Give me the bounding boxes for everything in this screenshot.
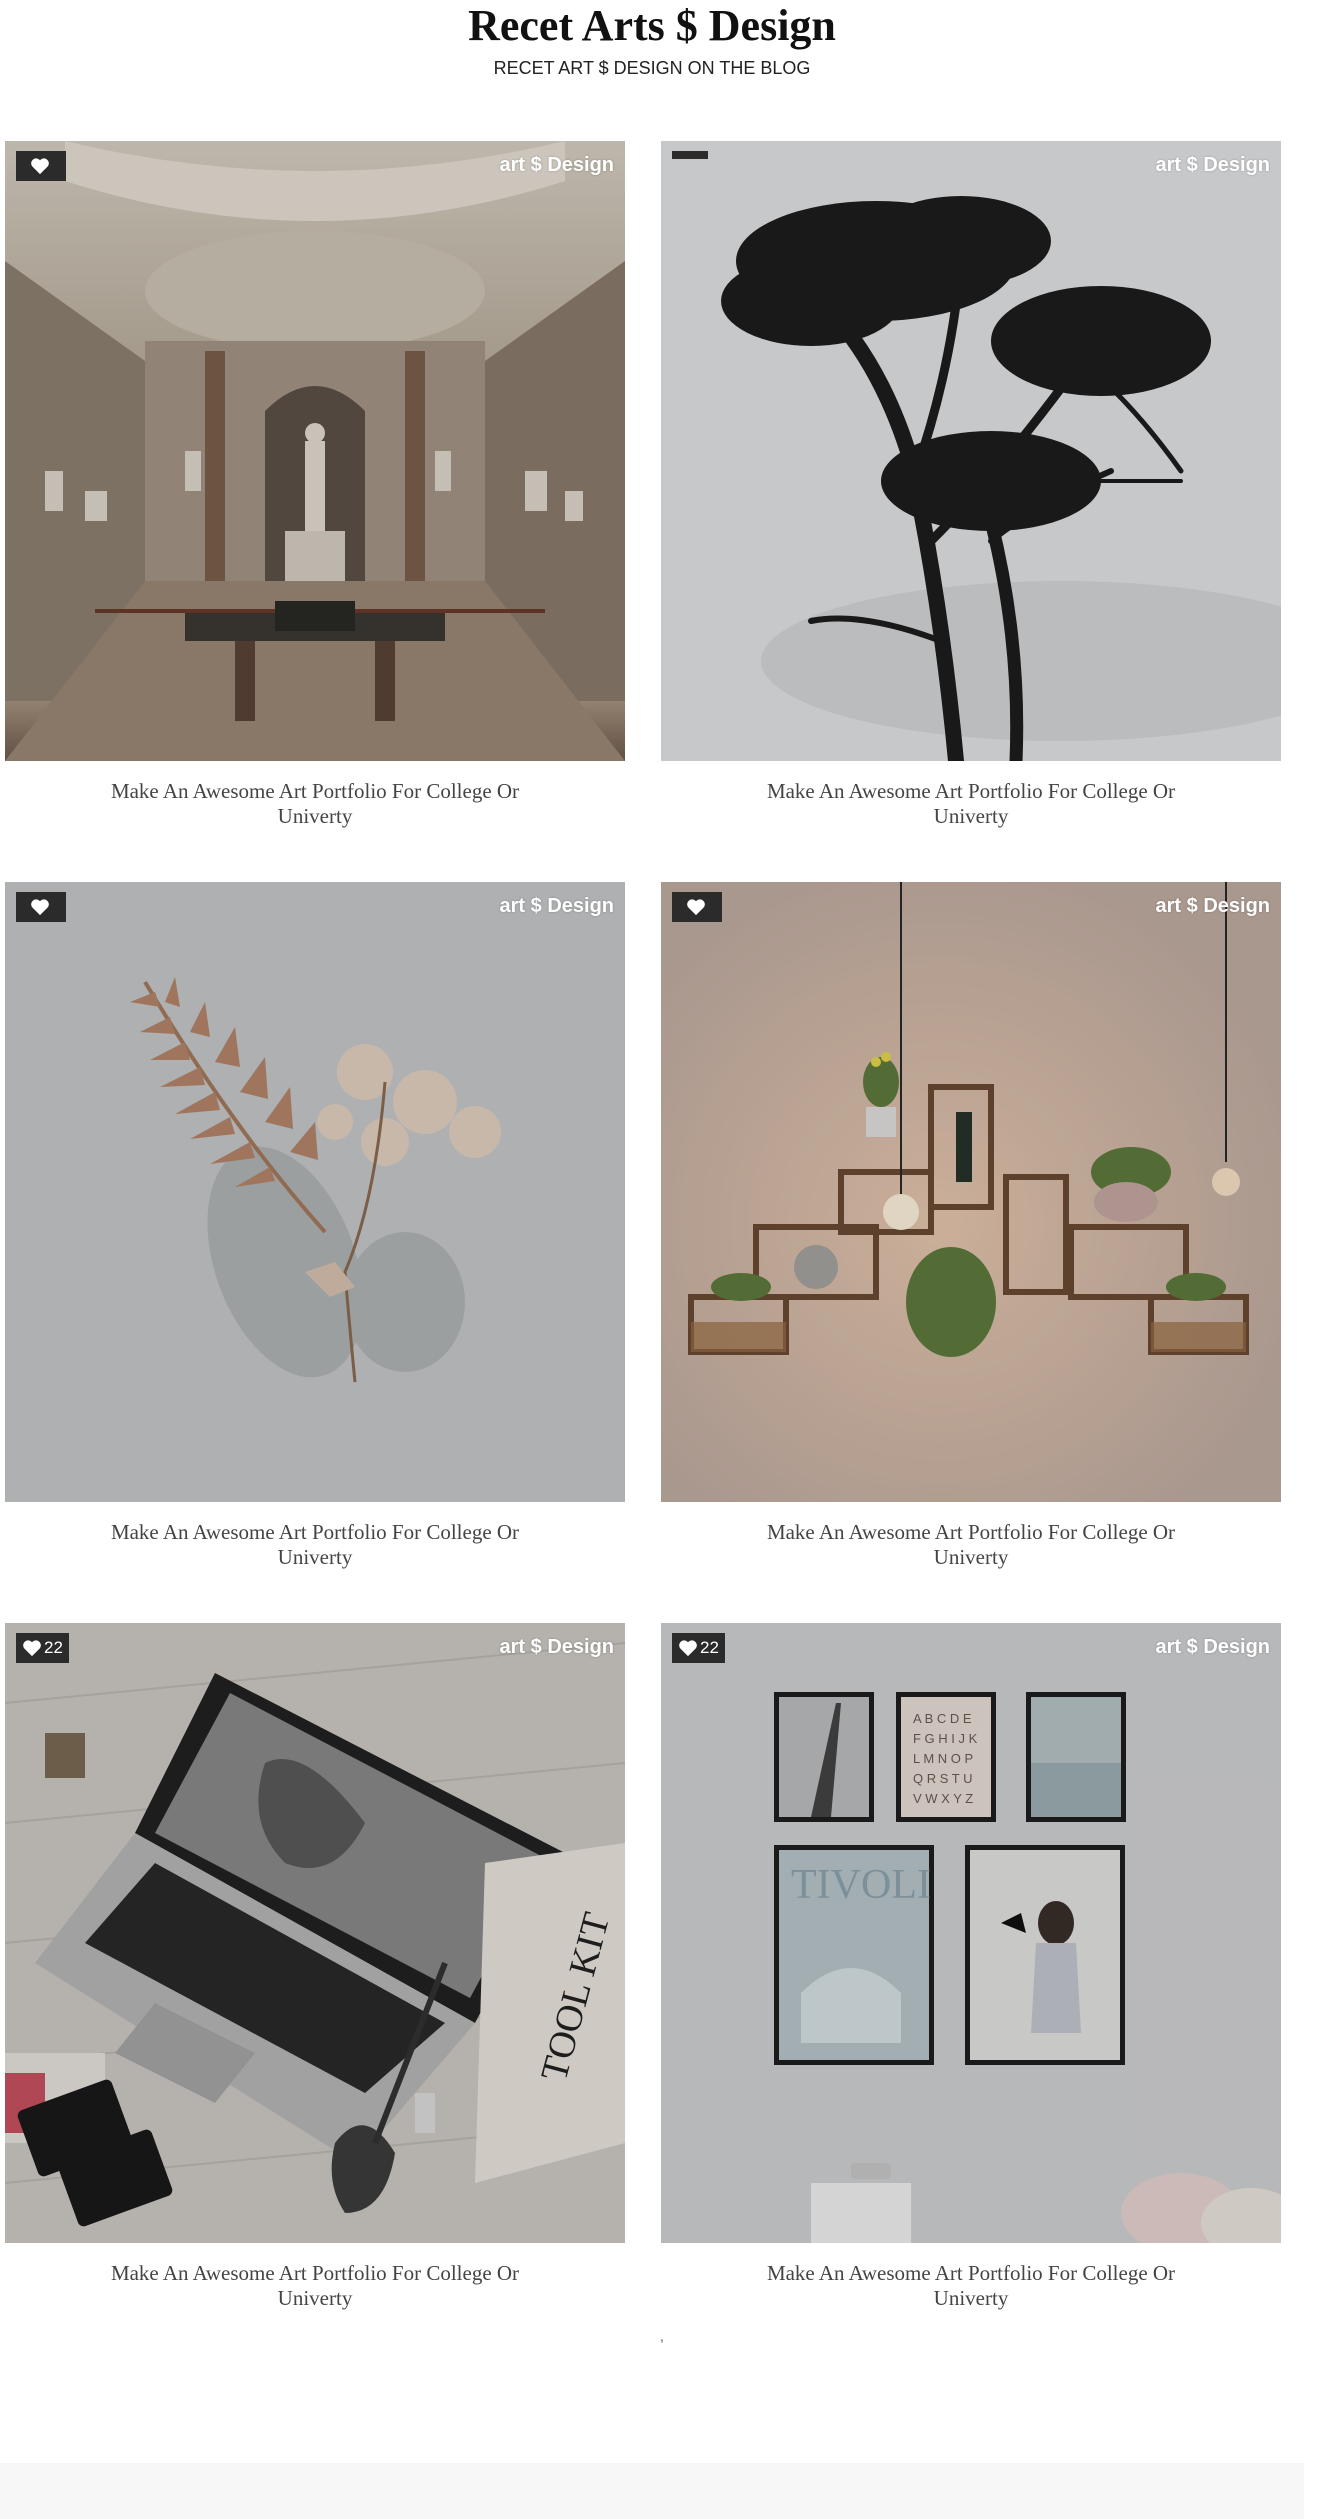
image-overlay [5, 882, 625, 1502]
like-button[interactable]: 22 [672, 1633, 725, 1663]
category-tag[interactable]: art $ Design [1156, 1635, 1270, 1659]
post-card[interactable]: A B C D E F G H I J K L M N O P Q R S T … [661, 1623, 1281, 2311]
post-image-fern[interactable]: art $ Design [5, 882, 625, 1502]
category-tag[interactable]: art $ Design [1156, 894, 1270, 918]
like-button[interactable] [672, 151, 708, 159]
category-tag[interactable]: art $ Design [500, 894, 614, 918]
image-overlay [5, 141, 625, 761]
post-image-museum[interactable]: art $ Design [5, 141, 625, 761]
like-button[interactable] [672, 892, 722, 922]
heart-icon [23, 1640, 41, 1657]
post-title[interactable]: Make An Awesome Art Portfolio For Colleg… [100, 779, 530, 829]
like-count: 22 [44, 1638, 63, 1657]
post-title[interactable]: Make An Awesome Art Portfolio For Colleg… [100, 2261, 530, 2311]
post-image-frames[interactable]: A B C D E F G H I J K L M N O P Q R S T … [661, 1623, 1281, 2243]
category-tag[interactable]: art $ Design [500, 1635, 614, 1659]
image-overlay [661, 141, 1281, 761]
category-tag[interactable]: art $ Design [1156, 153, 1270, 177]
page-subtitle: RECET ART $ DESIGN ON THE BLOG [493, 58, 811, 78]
footer [0, 2463, 1304, 2519]
image-overlay [661, 882, 1281, 1502]
post-card[interactable]: art $ Design Make An Awesome Art Portfol… [661, 882, 1281, 1570]
heart-icon [31, 158, 49, 175]
post-card[interactable]: art $ Design Make An Awesome Art Portfol… [661, 141, 1281, 829]
post-card[interactable]: TOOL KIT 22 art $ Design Make An Awesome… [5, 1623, 625, 2311]
post-card[interactable]: art $ Design Make An Awesome Art Portfol… [5, 882, 625, 1570]
page-title: Recet Arts $ Design [468, 1, 836, 50]
category-tag[interactable]: art $ Design [500, 153, 614, 177]
post-image-shelves[interactable]: art $ Design [661, 882, 1281, 1502]
heart-icon [687, 899, 705, 916]
post-title[interactable]: Make An Awesome Art Portfolio For Colleg… [100, 1520, 530, 1570]
like-button[interactable] [16, 892, 66, 922]
heart-icon [31, 899, 49, 916]
post-title[interactable]: Make An Awesome Art Portfolio For Colleg… [756, 779, 1186, 829]
post-image-trees[interactable]: art $ Design [661, 141, 1281, 761]
post-card[interactable]: art $ Design Make An Awesome Art Portfol… [5, 141, 625, 829]
post-image-laptop[interactable]: TOOL KIT 22 art $ Design [5, 1623, 625, 2243]
like-button[interactable]: 22 [16, 1633, 69, 1663]
like-count: 22 [700, 1638, 719, 1657]
post-title[interactable]: Make An Awesome Art Portfolio For Colleg… [756, 2261, 1186, 2311]
like-button[interactable] [16, 151, 66, 181]
stray-mark: , [660, 2328, 664, 2344]
image-overlay [5, 1623, 625, 2243]
heart-icon [679, 1640, 697, 1657]
page-header: Recet Arts $ Design RECET ART $ DESIGN O… [0, 0, 1304, 79]
image-overlay [661, 1623, 1281, 2243]
post-title[interactable]: Make An Awesome Art Portfolio For Colleg… [756, 1520, 1186, 1570]
